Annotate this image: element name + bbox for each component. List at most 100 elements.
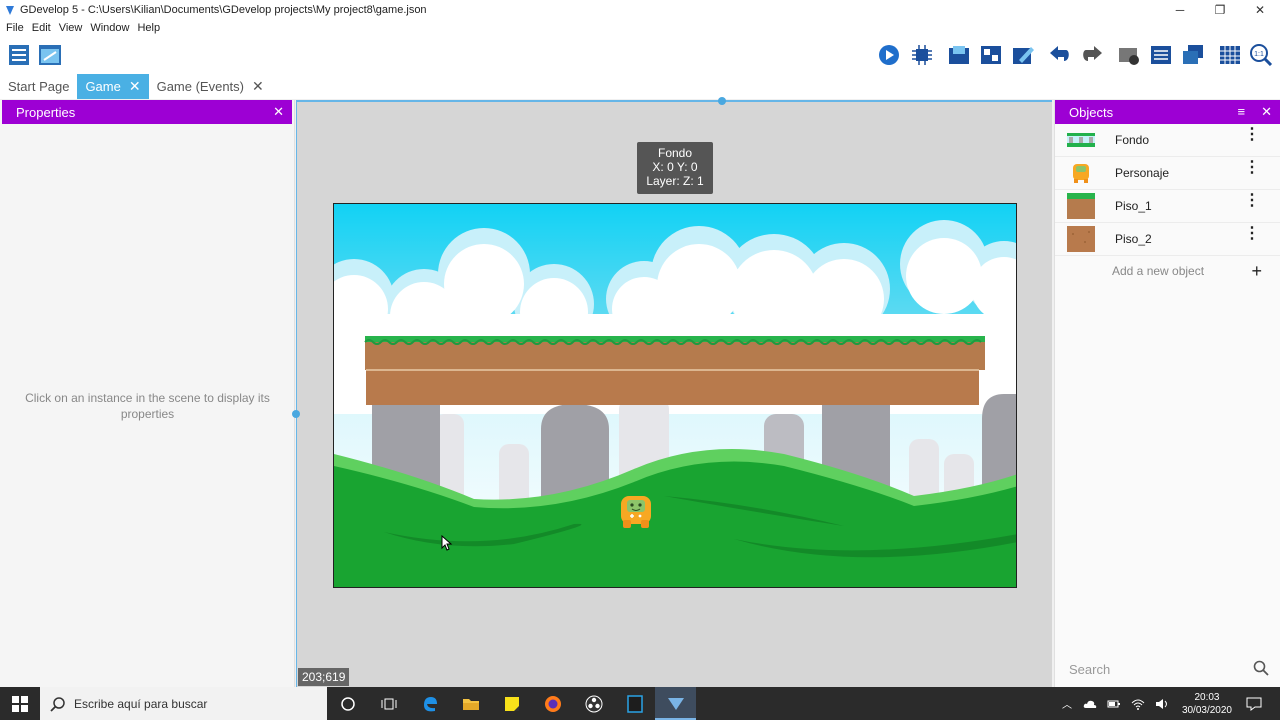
filter-icon[interactable]: ≡ <box>1238 104 1246 120</box>
object-name: Personaje <box>1115 166 1170 180</box>
more-options-icon[interactable]: ⋮ <box>1244 193 1260 209</box>
object-item-piso-1[interactable]: Piso_1 ⋮ <box>1055 190 1280 223</box>
taskbar-clock[interactable]: 20:03 30/03/2020 <box>1182 691 1232 717</box>
system-tray: ︿ 20:03 30/03/2020 <box>1056 687 1280 720</box>
edge-browser-icon <box>423 696 437 711</box>
restore-button[interactable]: ❐ <box>1200 0 1240 20</box>
object-name: Piso_2 <box>1115 232 1152 246</box>
more-options-icon[interactable]: ⋮ <box>1244 127 1260 143</box>
game-window-area[interactable] <box>333 203 1017 588</box>
clock-date: 30/03/2020 <box>1181 704 1232 716</box>
task-view-icon <box>381 698 396 709</box>
close-window-button[interactable]: ✕ <box>1240 0 1280 20</box>
objects-header: Objects ≡ ✕ <box>1055 100 1280 124</box>
close-icon[interactable]: ✕ <box>273 104 284 120</box>
grass-tile-thumbnail-icon <box>1067 193 1095 219</box>
panel-title: Properties <box>16 104 76 120</box>
search-icon[interactable] <box>1253 660 1269 676</box>
window-mask-icon[interactable] <box>1181 44 1205 66</box>
taskbar-sticky-notes[interactable] <box>491 687 532 720</box>
minimize-button[interactable]: ─ <box>1160 0 1200 20</box>
object-name: Fondo <box>1115 133 1150 147</box>
search-placeholder: Search <box>1069 661 1111 677</box>
clock-time: 20:03 <box>1194 691 1220 703</box>
windows-taskbar: Escribe aquí para buscar ︿ 20:03 30/03/2… <box>0 687 1280 720</box>
open-scene-icon[interactable] <box>38 44 62 66</box>
tooltip-layer: Layer: Z: 1 <box>646 174 704 188</box>
instances-list-icon[interactable] <box>979 44 1003 66</box>
mouse-cursor-icon <box>441 535 453 551</box>
onedrive-cloud-icon[interactable] <box>1083 699 1097 709</box>
menu-help[interactable]: Help <box>137 22 160 34</box>
project-manager-icon[interactable] <box>7 44 31 66</box>
wifi-icon[interactable] <box>1131 698 1145 710</box>
close-icon[interactable]: ✕ <box>129 78 141 95</box>
menu-bar: File Edit View Window Help <box>0 20 1280 36</box>
menu-view[interactable]: View <box>59 22 83 34</box>
start-button[interactable] <box>0 687 40 720</box>
firefox-icon <box>544 695 561 712</box>
preview-play-icon[interactable] <box>877 44 901 66</box>
taskbar-file-explorer[interactable] <box>450 687 491 720</box>
notifications-icon[interactable] <box>1246 697 1262 711</box>
chevron-up-icon[interactable]: ︿ <box>1062 696 1072 711</box>
undo-icon[interactable] <box>1048 44 1072 66</box>
menu-file[interactable]: File <box>6 22 24 34</box>
more-options-icon[interactable]: ⋮ <box>1244 226 1260 242</box>
tab-game-scene[interactable]: Game ✕ <box>77 74 149 99</box>
scene-canvas[interactable]: Fondo X: 0 Y: 0 Layer: Z: 1 203;619 <box>292 97 1052 687</box>
tab-start-page[interactable]: Start Page <box>0 74 77 99</box>
close-icon[interactable]: ✕ <box>252 78 264 95</box>
tab-label: Game (Events) <box>156 79 244 94</box>
tab-label: Game <box>85 79 121 94</box>
cursor-coordinates: 203;619 <box>298 668 350 686</box>
debugger-icon[interactable] <box>910 44 934 66</box>
delete-selection-icon[interactable] <box>1117 44 1141 66</box>
redo-icon[interactable] <box>1080 44 1104 66</box>
object-search-input[interactable]: Search <box>1069 658 1269 680</box>
taskbar-obs[interactable] <box>573 687 614 720</box>
object-name: Piso_1 <box>1115 199 1152 213</box>
taskbar-gdevelop[interactable] <box>655 687 696 720</box>
cortana-button[interactable] <box>327 687 368 720</box>
plus-icon[interactable]: + <box>1251 261 1262 282</box>
instance-tooltip: Fondo X: 0 Y: 0 Layer: Z: 1 <box>637 142 713 194</box>
menu-window[interactable]: Window <box>90 22 129 34</box>
resize-handle[interactable] <box>292 410 300 418</box>
objects-panel: Objects ≡ ✕ Fondo ⋮ Personaje ⋮ Piso_1 ⋮… <box>1054 100 1280 687</box>
add-object-label: Add a new object <box>1112 264 1205 278</box>
windows-logo-icon <box>12 695 28 712</box>
tab-game-events[interactable]: Game (Events) ✕ <box>149 74 272 99</box>
taskbar-search-placeholder: Escribe aquí para buscar <box>74 696 208 711</box>
object-item-piso-2[interactable]: Piso_2 ⋮ <box>1055 223 1280 256</box>
piso-2-instance[interactable] <box>366 370 979 405</box>
taskbar-editor-app[interactable] <box>614 687 655 720</box>
taskbar-firefox[interactable] <box>532 687 573 720</box>
grid-icon[interactable] <box>1218 44 1242 66</box>
piso-1-instance[interactable] <box>365 342 985 370</box>
task-view-button[interactable] <box>368 687 409 720</box>
resize-handle[interactable] <box>718 97 726 105</box>
text-editor-icon <box>626 694 643 713</box>
taskbar-search-box[interactable]: Escribe aquí para buscar <box>40 687 327 720</box>
more-options-icon[interactable]: ⋮ <box>1244 160 1260 176</box>
layers-editor-icon[interactable] <box>947 44 971 66</box>
taskbar-edge[interactable] <box>409 687 450 720</box>
object-item-fondo[interactable]: Fondo ⋮ <box>1055 124 1280 157</box>
battery-icon[interactable] <box>1107 699 1121 709</box>
add-new-object-button[interactable]: Add a new object + <box>1055 256 1280 286</box>
background-instance[interactable] <box>334 204 1017 588</box>
volume-icon[interactable] <box>1155 698 1169 710</box>
zoom-reset-icon[interactable]: 1:1 <box>1249 44 1273 66</box>
properties-header: Properties ✕ <box>2 100 292 124</box>
menu-edit[interactable]: Edit <box>32 22 51 34</box>
object-item-personaje[interactable]: Personaje ⋮ <box>1055 157 1280 190</box>
window-title: GDevelop 5 - C:\Users\Kilian\Documents\G… <box>20 4 427 16</box>
editor-tabs: Start Page Game ✕ Game (Events) ✕ <box>0 74 1280 99</box>
properties-panel-icon[interactable] <box>1149 44 1173 66</box>
edit-object-icon[interactable] <box>1011 44 1035 66</box>
close-icon[interactable]: ✕ <box>1261 104 1272 120</box>
tooltip-position: X: 0 Y: 0 <box>652 160 698 174</box>
cortana-icon <box>340 696 355 711</box>
personaje-instance[interactable] <box>619 494 653 530</box>
